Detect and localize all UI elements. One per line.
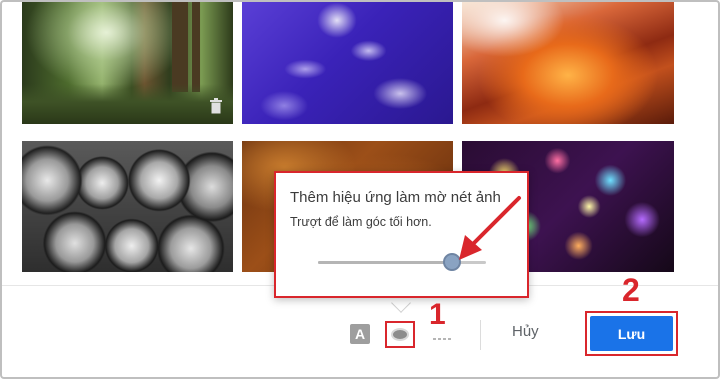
trash-icon[interactable] — [209, 98, 223, 114]
font-color-icon[interactable]: A — [350, 324, 370, 344]
cancel-button[interactable]: Hủy — [512, 323, 539, 340]
tree-trunk-shape — [172, 2, 188, 92]
save-button[interactable]: Lưu — [590, 316, 673, 351]
slider-thumb[interactable] — [443, 253, 462, 271]
background-thumbnail-pipes[interactable] — [22, 141, 233, 272]
toolbar-separator — [480, 320, 481, 350]
step-1-label: 1 — [429, 298, 446, 331]
save-button-highlight: Lưu — [585, 311, 678, 356]
popup-subtitle: Trượt để làm góc tối hơn. — [290, 215, 432, 229]
more-options-icon[interactable] — [433, 338, 451, 340]
vignette-slider[interactable] — [318, 253, 486, 271]
vignette-button[interactable] — [385, 321, 415, 348]
step-2-label: 2 — [622, 272, 640, 308]
background-thumbnail-canyon[interactable] — [462, 2, 674, 124]
popup-title: Thêm hiệu ứng làm mờ nét ảnh — [290, 189, 501, 206]
slider-fill — [318, 261, 453, 264]
background-picker-dialog: Thêm hiệu ứng làm mờ nét ảnh Trượt để là… — [0, 0, 720, 379]
tree-trunk-shape — [192, 2, 200, 92]
background-thumbnail-forest[interactable] — [22, 2, 233, 124]
vignette-popup: Thêm hiệu ứng làm mờ nét ảnh Trượt để là… — [274, 171, 529, 298]
background-thumbnail-jellyfish[interactable] — [242, 2, 453, 124]
vignette-icon — [391, 328, 409, 341]
